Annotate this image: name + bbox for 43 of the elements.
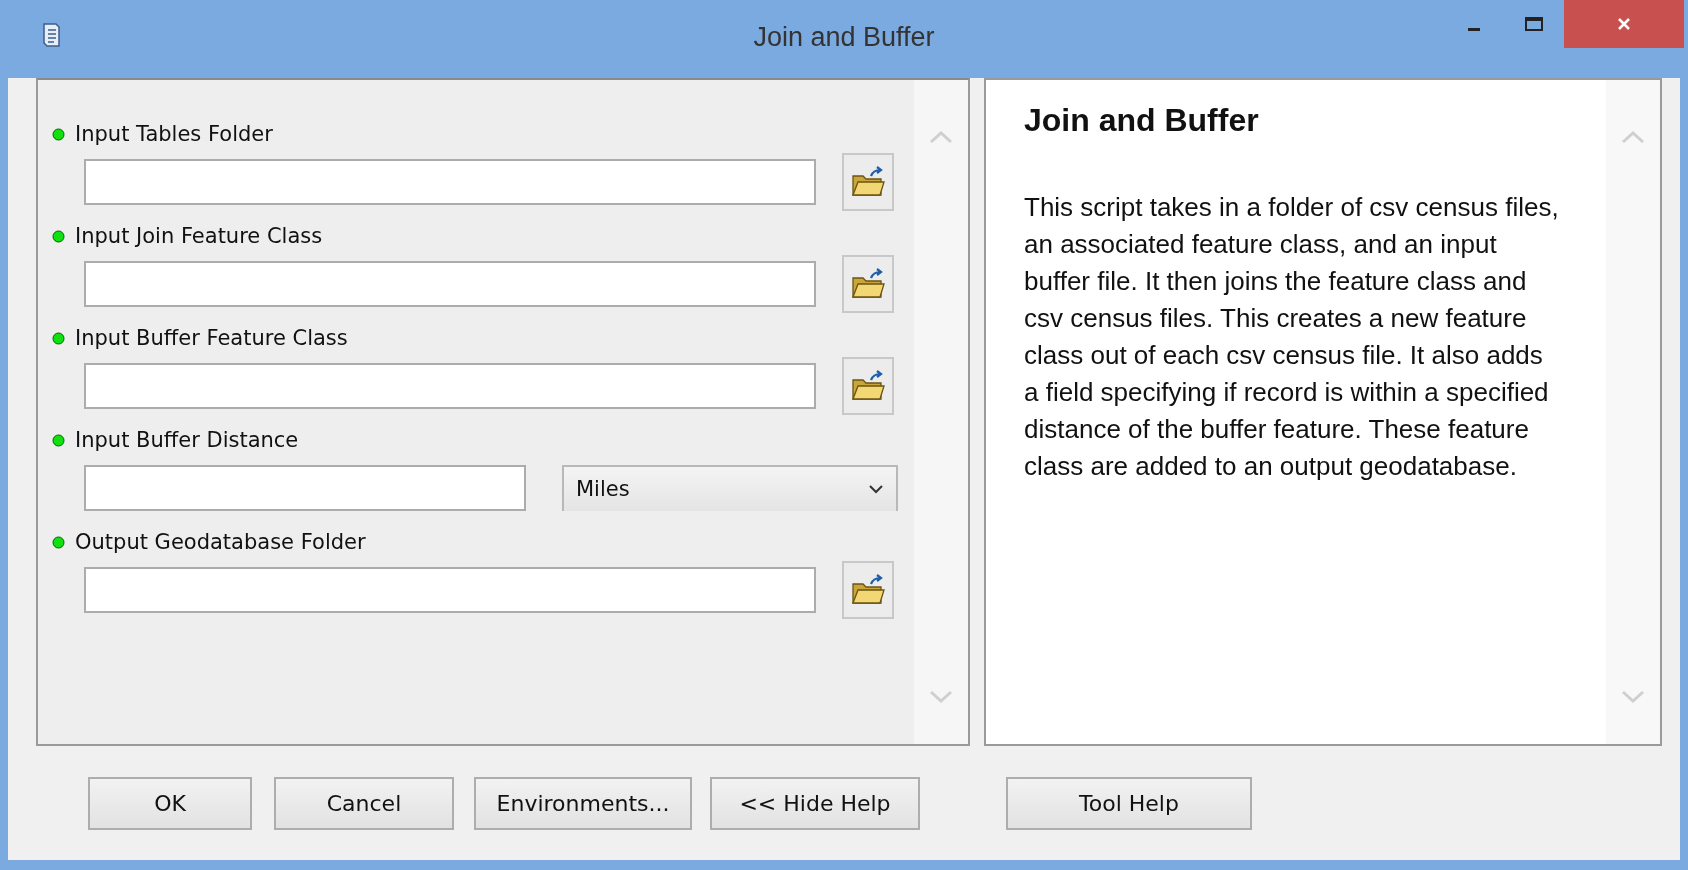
folder-icon	[850, 166, 886, 198]
parameter-label: Output Geodatabase Folder	[75, 530, 366, 554]
required-dot-icon	[52, 331, 65, 345]
help-text: This script takes in a folder of csv census files, an associated feature class, and an input buffer file. It then joins the feature class and csv census files. This creates a new feature class out of each csv census file. It also adds a field specifying if record is within a specified distance of the buffer feature. These feature class are added to an output geodatabase.	[1024, 191, 1559, 483]
dialog-button[interactable]: Tool Help	[1006, 776, 1252, 830]
input-field[interactable]	[84, 159, 816, 205]
minimize-icon	[1468, 27, 1480, 31]
dialog-button[interactable]: OK	[88, 776, 252, 830]
scroll-down-icon[interactable]	[1621, 690, 1645, 704]
dialog-button[interactable]: Environments...	[474, 776, 692, 830]
chevron-down-icon	[868, 484, 884, 494]
scrollbar[interactable]	[914, 80, 968, 744]
required-dot-icon	[52, 433, 65, 447]
input-field[interactable]	[84, 363, 816, 409]
folder-icon	[850, 370, 886, 402]
browse-button[interactable]	[842, 561, 894, 619]
parameter-label: Input Buffer Distance	[75, 428, 299, 452]
maximize-icon	[1524, 16, 1544, 32]
unit-dropdown[interactable]: Miles	[562, 465, 898, 511]
browse-button[interactable]	[842, 357, 894, 415]
browse-button[interactable]	[842, 153, 894, 211]
scroll-up-icon[interactable]	[929, 130, 953, 144]
dialog-button[interactable]: << Hide Help	[710, 776, 920, 830]
window-title: Join and Buffer	[753, 22, 935, 53]
close-icon	[1616, 16, 1632, 32]
folder-icon	[850, 574, 886, 606]
required-dot-icon	[52, 535, 65, 549]
folder-icon	[850, 268, 886, 300]
browse-button[interactable]	[842, 255, 894, 313]
parameter-label: Input Tables Folder	[75, 122, 273, 146]
scrollbar[interactable]	[1606, 80, 1660, 744]
scroll-down-icon[interactable]	[929, 690, 953, 704]
script-icon	[40, 22, 62, 48]
parameter-label: Input Buffer Feature Class	[75, 326, 348, 350]
input-field[interactable]	[84, 465, 526, 511]
input-field[interactable]	[84, 567, 816, 613]
scroll-up-icon[interactable]	[1621, 130, 1645, 144]
input-field[interactable]	[84, 261, 816, 307]
parameter-label: Input Join Feature Class	[75, 224, 323, 248]
help-title: Join and Buffer	[1024, 102, 1260, 139]
required-dot-icon	[52, 127, 65, 141]
dialog-button[interactable]: Cancel	[274, 776, 454, 830]
required-dot-icon	[52, 229, 65, 243]
